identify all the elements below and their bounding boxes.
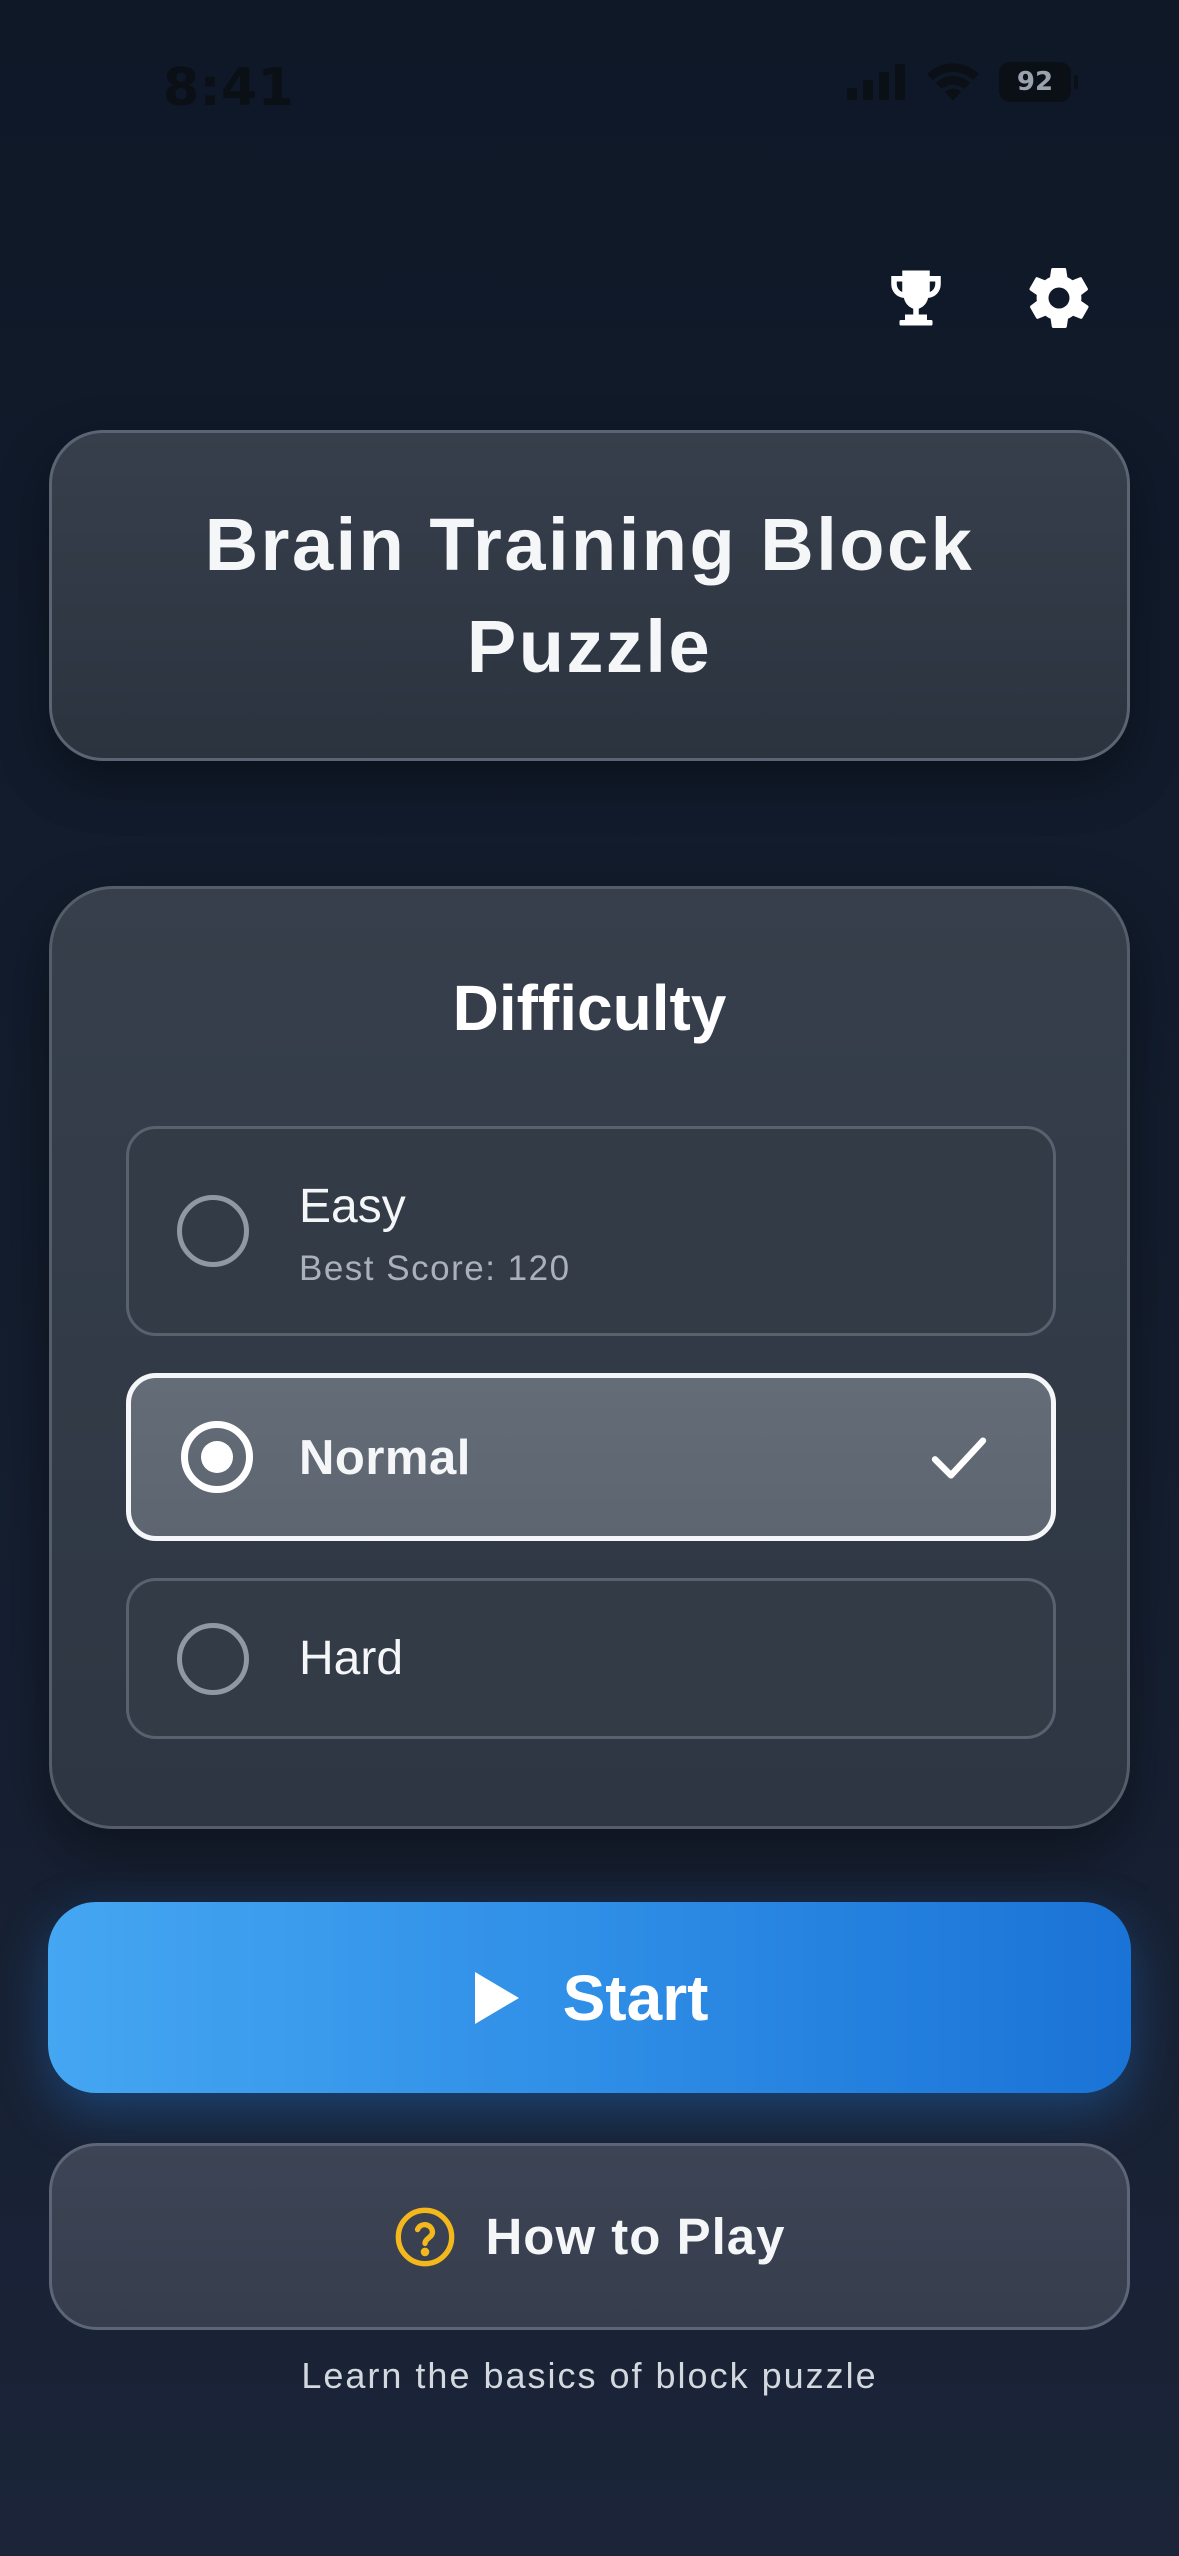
settings-button[interactable] xyxy=(1019,258,1099,338)
status-time: 8:41 xyxy=(163,58,295,118)
status-bar: 8:41 92 xyxy=(0,0,1179,160)
gear-icon xyxy=(1029,267,1089,329)
wifi-icon xyxy=(927,63,979,101)
battery-level: 92 xyxy=(1016,67,1054,97)
signal-icon xyxy=(847,64,905,100)
trophy-icon xyxy=(891,270,941,326)
difficulty-option-normal[interactable]: Normal xyxy=(126,1373,1056,1541)
trophy-button[interactable] xyxy=(876,258,956,338)
how-to-play-label: How to Play xyxy=(485,2208,786,2265)
option-label-easy: Easy xyxy=(299,1180,406,1233)
difficulty-card: Difficulty Easy Best Score: 120 Normal H… xyxy=(49,886,1130,1829)
status-icons: 92 xyxy=(847,62,1078,102)
start-label: Start xyxy=(562,1961,709,2034)
how-to-play-caption: Learn the basics of block puzzle xyxy=(301,2355,878,2396)
battery-icon: 92 xyxy=(999,62,1078,102)
page-title: Brain Training Block Puzzle xyxy=(204,502,975,688)
how-to-play-button[interactable]: How to Play xyxy=(49,2143,1130,2330)
option-label-hard: Hard xyxy=(299,1632,404,1685)
option-label-normal: Normal xyxy=(299,1431,471,1485)
difficulty-option-hard[interactable]: Hard xyxy=(126,1578,1056,1739)
start-button[interactable]: Start xyxy=(48,1902,1131,2093)
radio-easy[interactable] xyxy=(177,1195,249,1267)
radio-hard[interactable] xyxy=(177,1623,249,1695)
play-icon xyxy=(474,1971,519,2024)
radio-normal[interactable] xyxy=(181,1421,253,1493)
check-icon xyxy=(931,1437,987,1479)
help-circle-icon xyxy=(396,2207,455,2266)
difficulty-heading: Difficulty xyxy=(452,972,727,1044)
best-score-easy: Best Score: 120 xyxy=(299,1249,571,1288)
title-card: Brain Training Block Puzzle xyxy=(49,430,1130,761)
difficulty-option-easy[interactable]: Easy Best Score: 120 xyxy=(126,1126,1056,1336)
